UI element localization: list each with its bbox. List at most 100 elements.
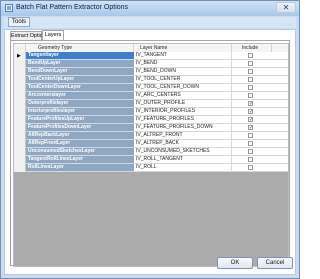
row-selector[interactable]: [14, 84, 26, 92]
include-cell: [232, 60, 272, 67]
table-row[interactable]: AltRepFrontLayer IV_ALTREP_BACK: [14, 140, 288, 148]
include-cell: ✓: [232, 108, 272, 115]
row-selector[interactable]: [14, 132, 26, 140]
row-selector[interactable]: [14, 100, 26, 108]
checkmark-icon: ✓: [249, 101, 254, 107]
layer-name-cell[interactable]: IV_TANGENT: [134, 52, 232, 59]
close-button[interactable]: ✕: [276, 2, 296, 13]
include-checkbox[interactable]: [248, 77, 253, 82]
layer-name-cell[interactable]: IV_ALTREP_FRONT: [134, 132, 232, 139]
geometry-type-cell: FeatureProfilesDownLayer: [26, 124, 134, 131]
geometry-type-cell: Arccenterslayer: [26, 92, 134, 99]
layer-name-cell[interactable]: IV_ALTREP_BACK: [134, 140, 232, 147]
layer-name-cell[interactable]: IV_OUTER_PROFILE: [134, 100, 232, 107]
layer-name-cell[interactable]: IV_TOOL_CENTER_DOWN: [134, 84, 232, 91]
row-selector[interactable]: [14, 60, 26, 68]
include-checkbox[interactable]: [248, 157, 253, 162]
table-row[interactable]: FeatureProfilesDownLayer IV_FEATURE_PROFI…: [14, 124, 288, 132]
table-row[interactable]: AltRepBackLayer IV_ALTREP_FRONT: [14, 132, 288, 140]
close-icon: ✕: [282, 3, 290, 12]
include-checkbox[interactable]: [248, 165, 253, 170]
table-row[interactable]: Interiorprofileslayer IV_INTERIOR_PROFILE…: [14, 108, 288, 116]
include-checkbox[interactable]: ✓: [248, 101, 254, 107]
layer-name-cell[interactable]: IV_FEATURE_PROFILES_DOWN: [134, 124, 232, 131]
include-cell: ✓: [232, 116, 272, 123]
include-cell: [232, 132, 272, 139]
header-geometry-type[interactable]: Geometry Type: [26, 44, 134, 52]
geometry-type-cell: AltRepFrontLayer: [26, 140, 134, 147]
dialog-window: Batch Flat Pattern Extractor Options ✕ T…: [0, 0, 300, 279]
layers-grid: Geometry Type Layer Name Include ▶ Tangen…: [13, 43, 289, 267]
menu-tools[interactable]: Tools: [8, 17, 30, 27]
table-row[interactable]: Arccenterslayer IV_ARC_CENTERS: [14, 92, 288, 100]
include-checkbox[interactable]: [248, 141, 253, 146]
layer-name-cell[interactable]: IV_ROLL: [134, 164, 232, 171]
header-include[interactable]: Include: [232, 44, 272, 52]
layer-name-cell[interactable]: IV_INTERIOR_PROFILES: [134, 108, 232, 115]
include-cell: [232, 164, 272, 171]
row-selector[interactable]: ▶: [14, 52, 26, 60]
geometry-type-cell: BendDownLayer: [26, 68, 134, 75]
table-row[interactable]: Outerprofilelayer IV_OUTER_PROFILE ✓: [14, 100, 288, 108]
include-checkbox[interactable]: ✓: [248, 109, 253, 115]
geometry-type-cell: TangentRollLinesLayer: [26, 156, 134, 163]
row-selector[interactable]: [14, 68, 26, 76]
geometry-type-cell: BendUpLayer: [26, 60, 134, 67]
window-title: Batch Flat Pattern Extractor Options: [16, 4, 129, 11]
current-row-arrow-icon: ▶: [17, 53, 21, 59]
layer-name-cell[interactable]: IV_FEATURE_PROFILES: [134, 116, 232, 123]
menu-bar: Tools: [4, 17, 296, 28]
table-row[interactable]: RollLinesLayer IV_ROLL: [14, 164, 288, 172]
row-selector[interactable]: [14, 108, 26, 116]
checkmark-icon: ✓: [249, 117, 254, 123]
row-selector[interactable]: [14, 92, 26, 100]
layer-name-cell[interactable]: IV_ROLL_TANGENT: [134, 156, 232, 163]
geometry-type-cell: ToolCenterDownLayer: [26, 84, 134, 91]
include-cell: ✓: [232, 100, 272, 107]
table-row[interactable]: ▶ Tangentlayer IV_TANGENT: [14, 52, 288, 60]
include-checkbox[interactable]: [248, 61, 253, 66]
tab-extract-options[interactable]: Extract Options: [10, 31, 49, 40]
row-selector[interactable]: [14, 116, 26, 124]
geometry-type-cell: Interiorprofileslayer: [26, 108, 134, 115]
include-checkbox[interactable]: ✓: [248, 117, 254, 123]
table-row[interactable]: BendUpLayer IV_BEND: [14, 60, 288, 68]
geometry-type-cell: Tangentlayer: [26, 52, 134, 59]
include-checkbox[interactable]: [248, 149, 253, 154]
include-checkbox[interactable]: ✓: [248, 125, 254, 131]
tab-layers[interactable]: Layers: [42, 30, 64, 40]
checkmark-icon: ✓: [249, 125, 254, 131]
layer-name-cell[interactable]: IV_ARC_CENTERS: [134, 92, 232, 99]
layer-name-cell[interactable]: IV_BEND: [134, 60, 232, 67]
layer-name-cell[interactable]: IV_UNCONSUMED_SKETCHES: [134, 148, 232, 155]
header-layer-name[interactable]: Layer Name: [134, 44, 232, 52]
table-row[interactable]: ToolCenterDownLayer IV_TOOL_CENTER_DOWN: [14, 84, 288, 92]
table-row[interactable]: TangentRollLinesLayer IV_ROLL_TANGENT: [14, 156, 288, 164]
include-cell: [232, 156, 272, 163]
include-checkbox[interactable]: [248, 93, 253, 98]
row-selector[interactable]: [14, 76, 26, 84]
table-row[interactable]: BendDownLayer IV_BEND_DOWN: [14, 68, 288, 76]
include-checkbox[interactable]: [248, 85, 253, 90]
include-cell: ✓: [232, 124, 272, 131]
layers-tab-content: Geometry Type Layer Name Include ▶ Tangen…: [10, 40, 290, 267]
include-cell: [232, 52, 272, 59]
layer-name-cell[interactable]: IV_BEND_DOWN: [134, 68, 232, 75]
table-row[interactable]: ToolCenterUpLayer IV_TOOL_CENTER: [14, 76, 288, 84]
include-checkbox[interactable]: [248, 53, 253, 58]
layer-name-cell[interactable]: IV_TOOL_CENTER: [134, 76, 232, 83]
table-row[interactable]: FeatureProfilesUpLayer IV_FEATURE_PROFILE…: [14, 116, 288, 124]
geometry-type-cell: FeatureProfilesUpLayer: [26, 116, 134, 123]
include-cell: [232, 76, 272, 83]
row-selector[interactable]: [14, 140, 26, 148]
table-row[interactable]: UnconsumedSketchesLayer IV_UNCONSUMED_SKE…: [14, 148, 288, 156]
title-bar[interactable]: Batch Flat Pattern Extractor Options ✕: [1, 1, 299, 16]
row-selector[interactable]: [14, 124, 26, 132]
row-selector[interactable]: [14, 156, 26, 164]
cancel-button[interactable]: Cancel: [257, 257, 293, 269]
include-checkbox[interactable]: [248, 133, 253, 138]
row-selector[interactable]: [14, 148, 26, 156]
ok-button[interactable]: OK: [217, 257, 253, 269]
row-selector[interactable]: [14, 164, 26, 172]
include-checkbox[interactable]: [248, 69, 253, 74]
